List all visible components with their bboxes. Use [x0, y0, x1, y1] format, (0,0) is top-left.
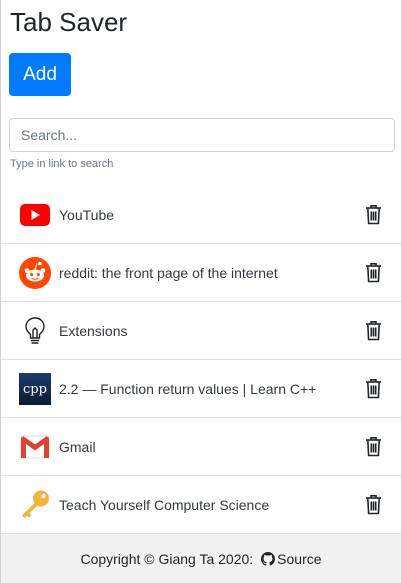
search-input[interactable] [9, 118, 395, 152]
trash-icon[interactable] [363, 378, 383, 400]
tab-title[interactable]: Extensions [59, 323, 363, 339]
list-item[interactable]: Teach Yourself Computer Science [1, 476, 401, 534]
source-link-label: Source [277, 550, 322, 567]
extensions-bulb-icon [19, 315, 51, 347]
tab-title[interactable]: reddit: the front page of the internet [59, 265, 363, 281]
list-item[interactable]: YouTube [1, 186, 401, 244]
tab-title[interactable]: 2.2 — Function return values | Learn C++ [59, 381, 363, 397]
saved-tabs-list: YouTube reddit: the front page of the in… [1, 186, 401, 534]
list-item[interactable]: Extensions [1, 302, 401, 360]
tab-title[interactable]: Gmail [59, 439, 363, 455]
key-icon [19, 489, 51, 521]
reddit-icon [19, 256, 51, 289]
app-title: Tab Saver [10, 7, 128, 37]
youtube-icon [19, 199, 51, 231]
trash-icon[interactable] [363, 436, 383, 458]
gmail-icon [19, 431, 51, 463]
github-icon [261, 551, 276, 566]
trash-icon[interactable] [363, 320, 383, 342]
list-item[interactable]: reddit: the front page of the internet [1, 244, 401, 302]
source-link[interactable]: Source [261, 550, 322, 567]
tab-title[interactable]: YouTube [59, 207, 363, 223]
tab-title[interactable]: Teach Yourself Computer Science [59, 497, 363, 513]
trash-icon[interactable] [363, 204, 383, 226]
list-item[interactable]: Gmail [1, 418, 401, 476]
add-button[interactable]: Add [9, 53, 71, 96]
trash-icon[interactable] [363, 494, 383, 516]
copyright-text: Copyright © Giang Ta 2020: [80, 550, 254, 567]
trash-icon[interactable] [363, 262, 383, 284]
footer: Copyright © Giang Ta 2020: Source [1, 534, 401, 583]
cpp-icon: cpp [19, 372, 51, 405]
svg-text:cpp: cpp [23, 382, 47, 397]
list-item[interactable]: cpp 2.2 — Function return values | Learn… [1, 360, 401, 418]
search-helper-text: Type in link to search [10, 158, 114, 170]
